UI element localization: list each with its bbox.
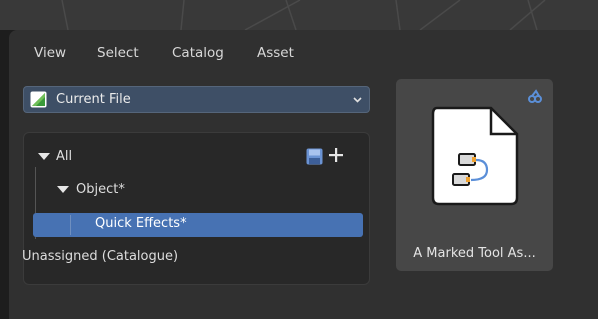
asset-tile[interactable]: A Marked Tool As... (396, 79, 553, 271)
catalog-item-quick-effects[interactable]: Quick Effects* (33, 213, 363, 237)
chevron-down-icon (353, 97, 362, 103)
save-catalogs-icon[interactable] (306, 148, 323, 165)
asset-browser-editor: View Select Catalog Asset Current File A… (9, 30, 598, 319)
menu-view[interactable]: View (34, 45, 66, 61)
asset-library-label: Current File (56, 92, 131, 107)
node-group-icon (431, 106, 519, 206)
catalog-item-all[interactable]: All (56, 149, 72, 164)
catalog-item-object[interactable]: Object* (76, 182, 125, 197)
add-catalog-icon[interactable] (328, 147, 344, 163)
asset-name: A Marked Tool As... (413, 246, 536, 261)
node-tree-badge-icon (528, 89, 542, 103)
viewport-grid-lines (61, 0, 546, 30)
asset-browser-header: View Select Catalog Asset (9, 34, 598, 74)
3d-viewport-strip (0, 0, 598, 30)
menu-select[interactable]: Select (97, 45, 139, 61)
menu-catalog[interactable]: Catalog (172, 45, 224, 61)
expand-triangle-icon[interactable] (38, 153, 50, 161)
expand-triangle-icon[interactable] (57, 186, 69, 194)
catalog-item-unassigned[interactable]: Unassigned (Catalogue) (22, 249, 178, 264)
catalog-item-label: Quick Effects* (95, 216, 187, 231)
current-file-icon (30, 91, 47, 108)
catalog-tree-panel: All Object* Quick Effects* Unassigned (C… (22, 132, 370, 285)
menu-asset[interactable]: Asset (257, 45, 294, 61)
asset-library-dropdown[interactable]: Current File (23, 86, 370, 113)
tree-guide-line (70, 215, 71, 235)
